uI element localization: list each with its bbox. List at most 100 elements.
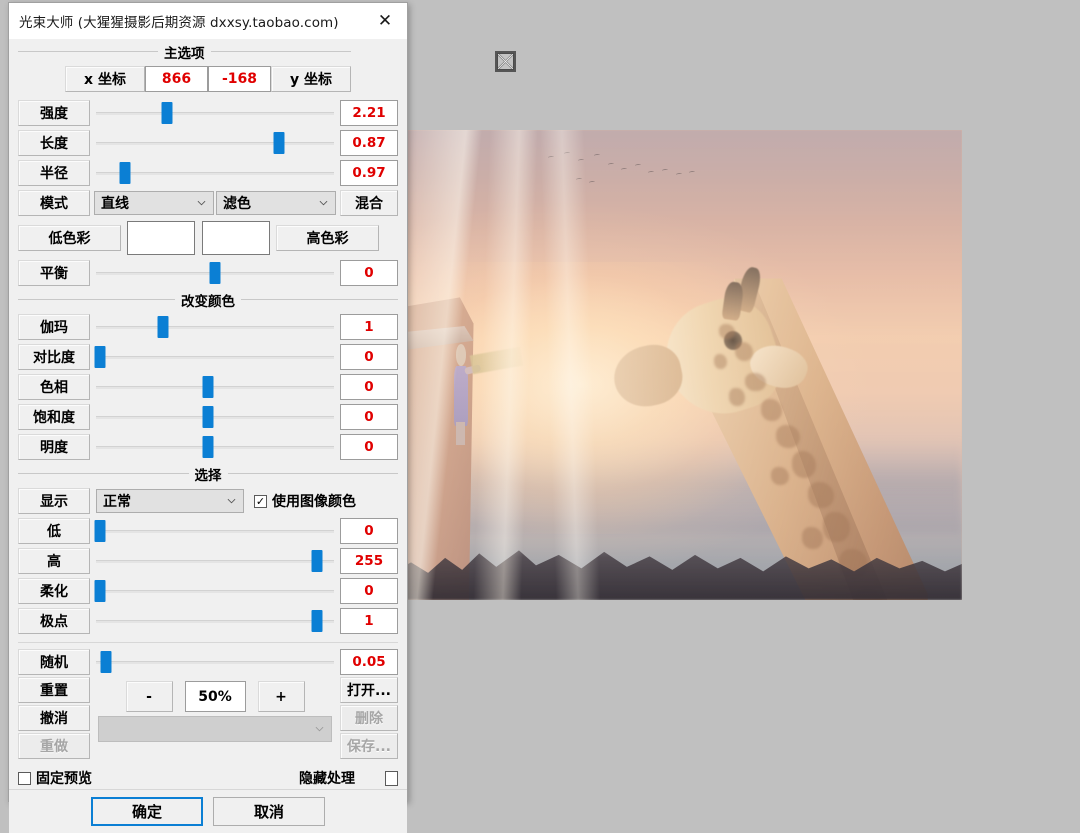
checkbox-box	[18, 771, 31, 785]
display-mode-dropdown[interactable]: 正常	[96, 489, 244, 513]
slider-row-intensity: 强度 2.21	[18, 98, 398, 128]
saturation-label[interactable]: 饱和度	[18, 404, 90, 430]
blend-label[interactable]: 混合	[340, 190, 398, 216]
action-area: 重置 撤消 重做 - 50% + 打开... 删除 保存...	[18, 677, 398, 759]
brightness-label[interactable]: 明度	[18, 434, 90, 460]
hide-process-label: 隐藏处理	[299, 771, 355, 787]
preview-photo[interactable]	[394, 130, 962, 600]
redo-button: 重做	[18, 733, 90, 759]
contrast-label[interactable]: 对比度	[18, 344, 90, 370]
intensity-value[interactable]: 2.21	[340, 100, 398, 126]
extreme-value[interactable]: 1	[340, 608, 398, 634]
fixed-preview-label: 固定预览	[36, 771, 92, 787]
ok-button[interactable]: 确定	[91, 797, 203, 826]
group-label-main-options: 主选项	[164, 45, 205, 62]
mode-label[interactable]: 模式	[18, 190, 90, 216]
chevron-down-icon	[197, 200, 206, 206]
slider-row-high: 高 255	[18, 546, 398, 576]
reset-button[interactable]: 重置	[18, 677, 90, 703]
contrast-slider[interactable]	[94, 344, 334, 370]
image-placeholder-x-icon[interactable]	[495, 51, 516, 72]
fixed-preview-checkbox[interactable]: 固定预览	[18, 768, 92, 788]
close-icon[interactable]: ✕	[363, 4, 407, 38]
soften-slider[interactable]	[94, 578, 334, 604]
balance-value[interactable]: 0	[340, 260, 398, 286]
saturation-value[interactable]: 0	[340, 404, 398, 430]
slider-row-balance: 平衡 0	[18, 258, 398, 288]
high-color-label[interactable]: 高色彩	[276, 225, 379, 251]
dialog-titlebar[interactable]: 光束大师 (大猩猩摄影后期资源 dxxsy.taobao.com) ✕	[9, 3, 407, 39]
low-label[interactable]: 低	[18, 518, 90, 544]
blend-dropdown-value: 滤色	[223, 196, 251, 212]
use-image-color-checkbox[interactable]: ✓ 使用图像颜色	[254, 491, 356, 511]
balance-slider[interactable]	[96, 260, 334, 286]
low-color-label[interactable]: 低色彩	[18, 225, 121, 251]
check-icon: ✓	[255, 494, 266, 508]
bottom-checkbox-row: 固定预览 隐藏处理	[18, 767, 398, 789]
high-value[interactable]: 255	[340, 548, 398, 574]
high-color-swatch[interactable]	[202, 221, 270, 255]
intensity-slider[interactable]	[96, 100, 334, 126]
radius-slider[interactable]	[96, 160, 334, 186]
low-slider[interactable]	[94, 518, 334, 544]
brightness-value[interactable]: 0	[340, 434, 398, 460]
hue-label[interactable]: 色相	[18, 374, 90, 400]
zoom-out-button[interactable]: -	[125, 681, 173, 712]
open-button[interactable]: 打开...	[340, 677, 398, 703]
random-value[interactable]: 0.05	[340, 649, 398, 675]
slider-row-saturation: 饱和度 0	[18, 402, 398, 432]
undo-button[interactable]: 撤消	[18, 705, 90, 731]
save-button: 保存...	[340, 733, 398, 759]
zoom-level-field[interactable]: 50%	[184, 681, 246, 712]
zoom-in-button[interactable]: +	[257, 681, 305, 712]
y-coordinate-label[interactable]: y 坐标	[271, 66, 351, 92]
slider-row-gamma: 伽玛 1	[18, 312, 398, 342]
extreme-label[interactable]: 极点	[18, 608, 90, 634]
slider-row-soften: 柔化 0	[18, 576, 398, 606]
hide-process-checkbox[interactable]	[385, 770, 398, 786]
y-coordinate-value[interactable]: -168	[208, 66, 271, 92]
random-label[interactable]: 随机	[18, 649, 90, 675]
cancel-button[interactable]: 取消	[213, 797, 325, 826]
hue-value[interactable]: 0	[340, 374, 398, 400]
low-color-swatch[interactable]	[127, 221, 195, 255]
soften-label[interactable]: 柔化	[18, 578, 90, 604]
dialog-footer: 确定 取消	[9, 789, 407, 833]
length-value[interactable]: 0.87	[340, 130, 398, 156]
high-label[interactable]: 高	[18, 548, 90, 574]
brightness-slider[interactable]	[96, 434, 334, 460]
radius-value[interactable]: 0.97	[340, 160, 398, 186]
gamma-label[interactable]: 伽玛	[18, 314, 90, 340]
shape-dropdown[interactable]: 直线	[94, 191, 214, 215]
light-master-dialog: 光束大师 (大猩猩摄影后期资源 dxxsy.taobao.com) ✕ 主选项 …	[8, 2, 408, 833]
high-slider[interactable]	[96, 548, 334, 574]
slider-row-radius: 半径 0.97	[18, 158, 398, 188]
chevron-down-icon	[315, 726, 324, 732]
x-coordinate-value[interactable]: 866	[145, 66, 208, 92]
gamma-value[interactable]: 1	[340, 314, 398, 340]
gamma-slider[interactable]	[96, 314, 334, 340]
section-divider	[18, 642, 398, 643]
group-label-change-color: 改变颜色	[181, 293, 235, 310]
intensity-label[interactable]: 强度	[18, 100, 90, 126]
display-row: 显示 正常 ✓ 使用图像颜色	[18, 486, 398, 516]
radius-label[interactable]: 半径	[18, 160, 90, 186]
slider-row-random: 随机 0.05	[18, 647, 398, 677]
contrast-value[interactable]: 0	[340, 344, 398, 370]
length-slider[interactable]	[96, 130, 334, 156]
x-coordinate-label[interactable]: x 坐标	[65, 66, 145, 92]
delete-button: 删除	[340, 705, 398, 731]
soften-value[interactable]: 0	[340, 578, 398, 604]
dialog-body: 主选项 x 坐标 866 -168 y 坐标 强度 2.21 长度 0.87 半…	[9, 39, 407, 789]
color-swatch-row: 低色彩 高色彩	[18, 218, 398, 258]
random-slider[interactable]	[96, 649, 334, 675]
saturation-slider[interactable]	[96, 404, 334, 430]
low-value[interactable]: 0	[340, 518, 398, 544]
group-caption-change-color: 改变颜色	[18, 290, 398, 310]
length-label[interactable]: 长度	[18, 130, 90, 156]
hue-slider[interactable]	[96, 374, 334, 400]
balance-label[interactable]: 平衡	[18, 260, 90, 286]
display-label[interactable]: 显示	[18, 488, 90, 514]
extreme-slider[interactable]	[96, 608, 334, 634]
blend-dropdown[interactable]: 滤色	[216, 191, 336, 215]
